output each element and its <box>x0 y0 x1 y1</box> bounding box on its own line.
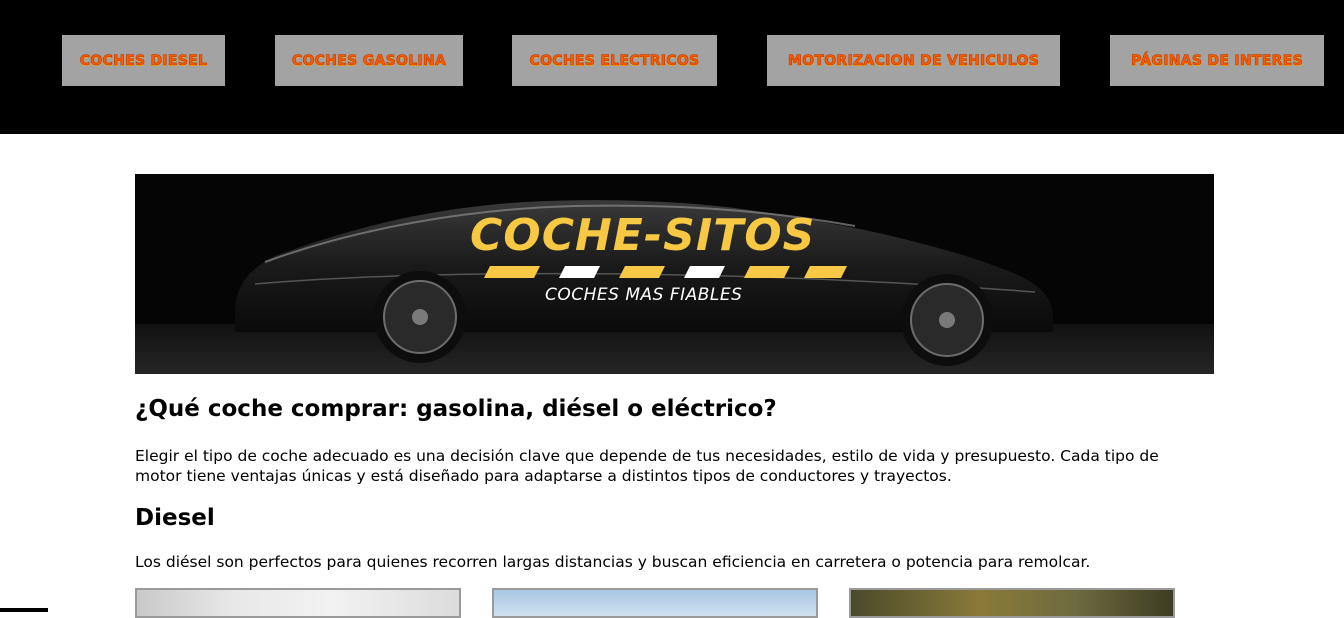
nav-coches-gasolina-button[interactable]: COCHES GASOLINA <box>275 35 463 86</box>
diesel-image-3[interactable] <box>849 588 1175 618</box>
page-divider <box>0 608 48 612</box>
intro-paragraph: Elegir el tipo de coche adecuado es una … <box>135 447 1159 485</box>
hero-banner: COCHE-SITOS COCHES MAS FIABLES <box>135 174 1214 374</box>
diesel-image-1[interactable] <box>135 588 461 618</box>
banner-logo-title: COCHE-SITOS <box>470 210 816 261</box>
nav-coches-electricos-button[interactable]: COCHES ELECTRICOS <box>512 35 717 86</box>
page-heading: ¿Qué coche comprar: gasolina, diésel o e… <box>135 396 777 422</box>
nav-coches-diesel-button[interactable]: COCHES DIESEL <box>62 35 225 86</box>
diesel-paragraph: Los diésel son perfectos para quienes re… <box>135 553 1091 571</box>
nav-paginas-interes-button[interactable]: PÁGINAS DE INTERES <box>1110 35 1324 86</box>
top-navigation-bar: COCHES DIESEL COCHES GASOLINA COCHES ELE… <box>0 0 1344 134</box>
banner-subtitle: COCHES MAS FIABLES <box>545 285 743 305</box>
front-wheel <box>374 271 466 363</box>
nav-motorizacion-button[interactable]: MOTORIZACION DE VEHICULOS <box>767 35 1060 86</box>
rear-wheel <box>901 274 993 366</box>
diesel-image-2[interactable] <box>492 588 818 618</box>
car-silhouette-image <box>135 174 1214 374</box>
diesel-heading: Diesel <box>135 505 215 531</box>
